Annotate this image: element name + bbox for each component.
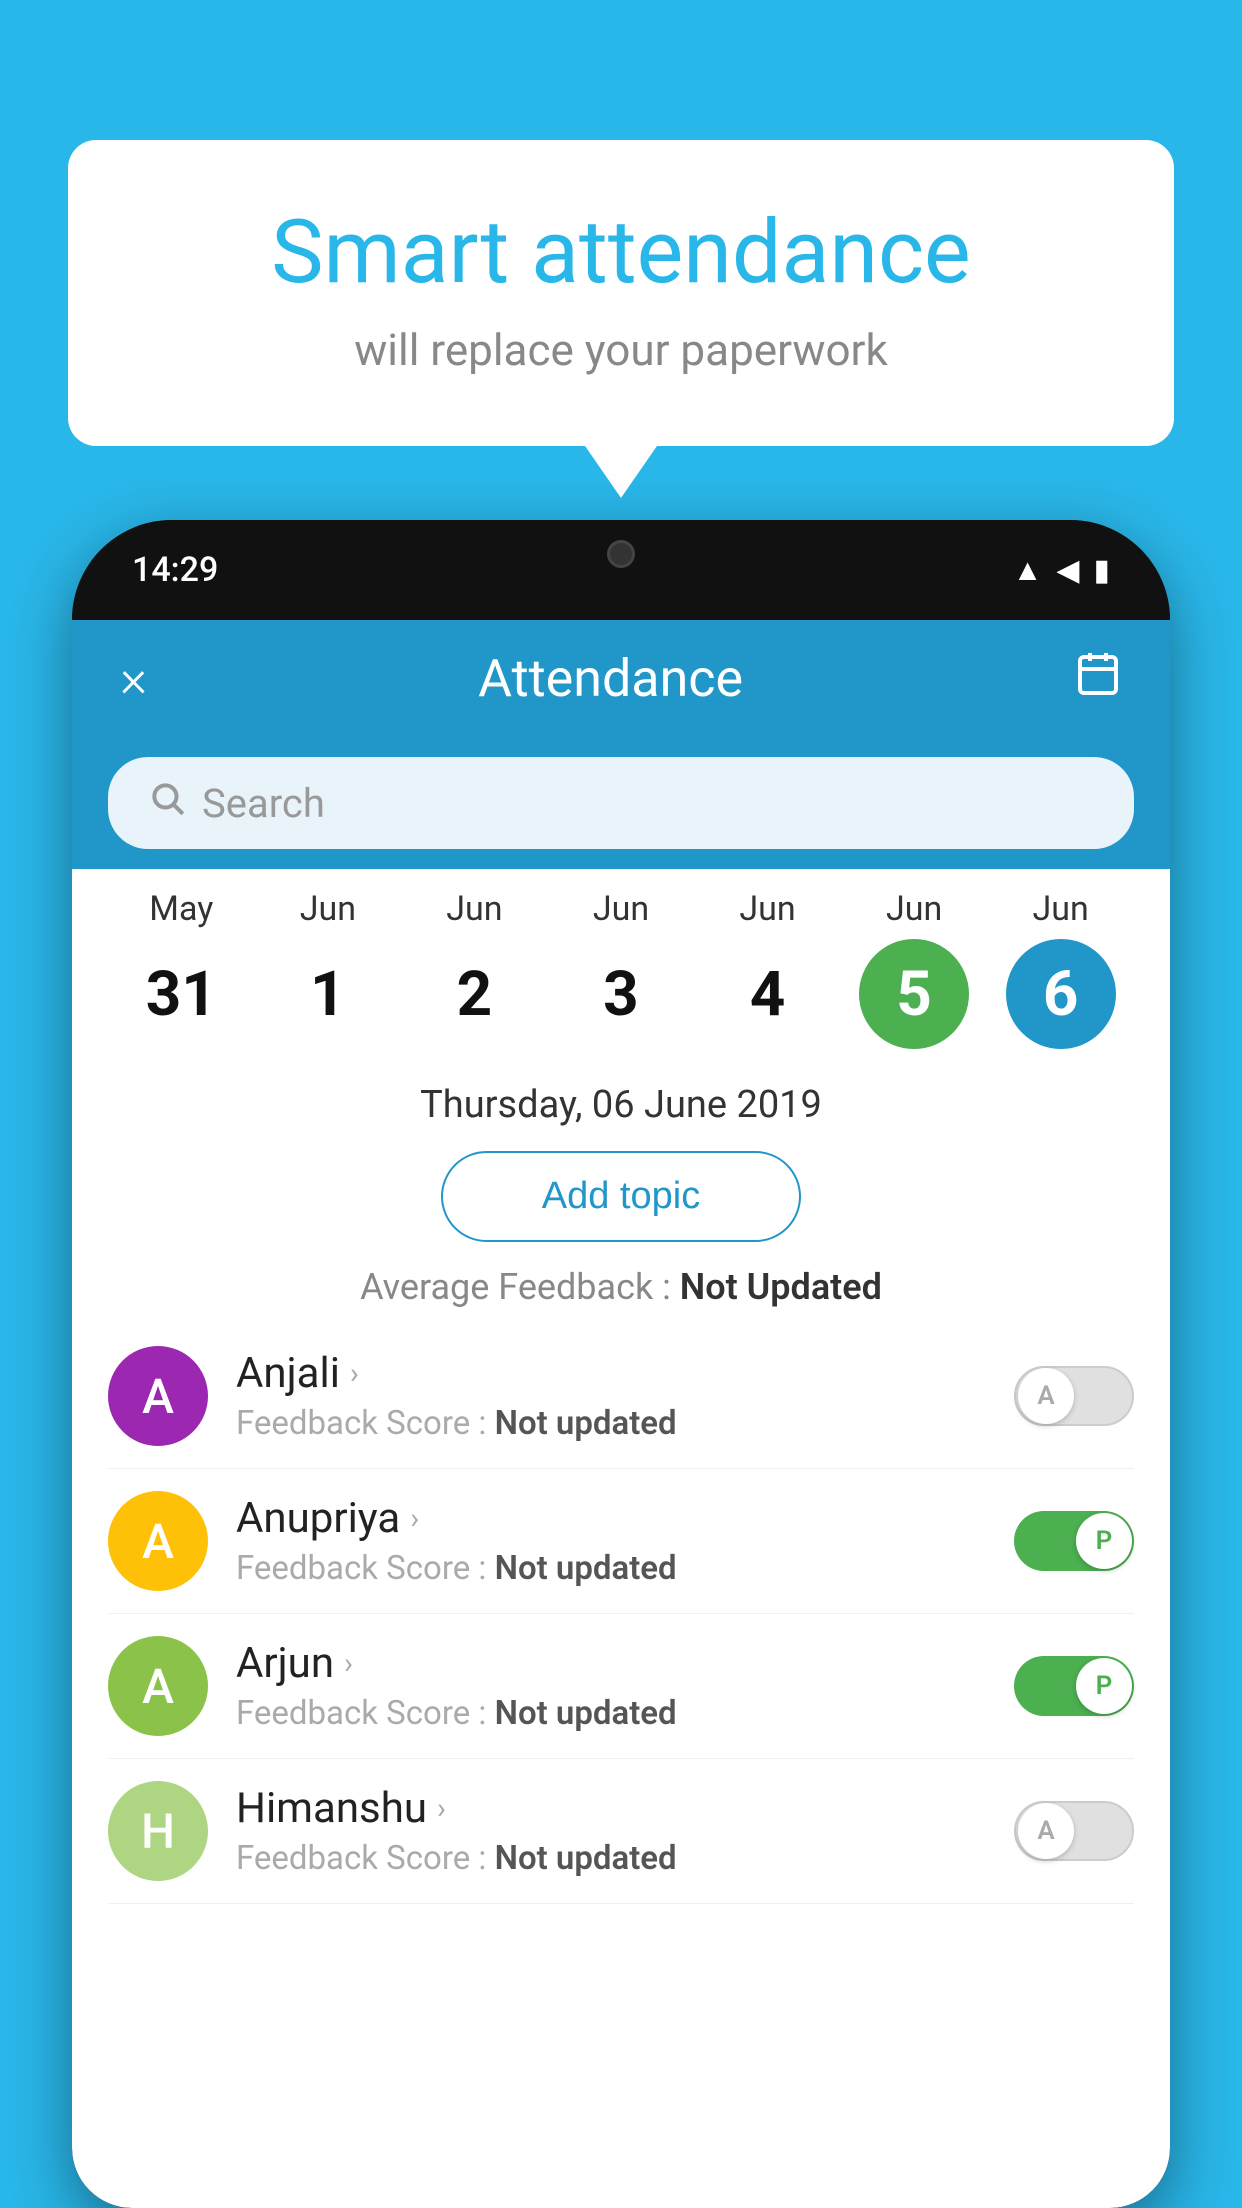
battery-icon: ▮ [1093,553,1110,588]
signal-icon: ◀ [1056,553,1079,588]
cal-date-number: 3 [566,939,676,1049]
speech-bubble-subtitle: will replace your paperwork [148,324,1094,376]
student-feedback: Feedback Score : Not updated [236,1549,1014,1588]
cal-month-label: Jun [446,889,502,929]
speech-bubble: Smart attendance will replace your paper… [68,140,1174,446]
student-list: AAnjali ›Feedback Score : Not updatedAAA… [72,1324,1170,1904]
student-name: Anjali › [236,1349,1014,1398]
chevron-right-icon: › [437,1791,446,1826]
student-name: Himanshu › [236,1784,1014,1833]
cal-month-label: Jun [300,889,356,929]
camera [607,540,635,568]
speech-bubble-title: Smart attendance [148,200,1094,306]
attendance-toggle[interactable]: P [1014,1511,1134,1571]
toggle-knob: P [1076,1658,1132,1714]
cal-date-number: 4 [713,939,823,1049]
chevron-right-icon: › [410,1501,419,1536]
student-avatar: A [108,1346,208,1446]
student-feedback: Feedback Score : Not updated [236,1694,1014,1733]
student-avatar: H [108,1781,208,1881]
student-name: Anupriya › [236,1494,1014,1543]
phone-frame: 14:29 ▲ ◀ ▮ × Attendance [72,520,1170,2208]
cal-date-number: 2 [419,939,529,1049]
student-info: Arjun › Feedback Score : Not updated [208,1639,1014,1733]
calendar-day-3[interactable]: Jun 3 [566,889,676,1049]
calendar-icon[interactable] [1074,649,1122,709]
attendance-toggle[interactable]: A [1014,1366,1134,1426]
calendar-day-5[interactable]: Jun 5 [859,889,969,1049]
status-bar: 14:29 ▲ ◀ ▮ [72,520,1170,620]
student-avatar: A [108,1491,208,1591]
wifi-icon: ▲ [1013,553,1043,588]
cal-date-number: 1 [273,939,383,1049]
student-item[interactable]: A Anupriya › Feedback Score : Not updated P [108,1469,1134,1614]
speech-bubble-container: Smart attendance will replace your paper… [68,140,1174,446]
cal-month-label: Jun [886,889,942,929]
status-time: 14:29 [132,550,218,590]
search-bar[interactable]: Search [108,757,1134,849]
student-avatar: A [108,1636,208,1736]
search-bar-wrapper: Search [72,737,1170,869]
cal-month-label: Jun [1033,889,1089,929]
header-title: Attendance [478,648,743,709]
search-placeholder: Search [202,780,325,827]
cal-date-number: 31 [126,939,236,1049]
cal-month-label: Jun [593,889,649,929]
add-topic-button[interactable]: Add topic [441,1151,801,1242]
calendar-day-6[interactable]: Jun 6 [1006,889,1116,1049]
avg-feedback: Average Feedback : Not Updated [72,1258,1170,1324]
student-info: Anupriya › Feedback Score : Not updated [208,1494,1014,1588]
calendar-day-2[interactable]: Jun 2 [419,889,529,1049]
selected-date: Thursday, 06 June 2019 [72,1059,1170,1135]
student-name: Arjun › [236,1639,1014,1688]
status-icons: ▲ ◀ ▮ [1013,553,1110,588]
calendar-strip: May 31 Jun 1 Jun 2 Jun 3 Jun 4 Jun 5 Jun 6 [72,869,1170,1059]
student-feedback: Feedback Score : Not updated [236,1404,1014,1443]
student-info: Anjali › Feedback Score : Not updated [208,1349,1014,1443]
app-header: × Attendance [72,620,1170,737]
cal-date-number: 6 [1006,939,1116,1049]
chevron-right-icon: › [344,1646,353,1681]
app-screen: × Attendance Search [72,620,1170,2208]
cal-month-label: May [149,889,213,929]
notch [531,520,711,588]
close-button[interactable]: × [120,648,147,709]
cal-date-number: 5 [859,939,969,1049]
chevron-right-icon: › [350,1356,359,1391]
attendance-toggle[interactable]: P [1014,1656,1134,1716]
calendar-day-4[interactable]: Jun 4 [713,889,823,1049]
student-feedback: Feedback Score : Not updated [236,1839,1014,1878]
student-item[interactable]: AAnjali ›Feedback Score : Not updatedA [108,1324,1134,1469]
student-info: Himanshu › Feedback Score : Not updated [208,1784,1014,1878]
calendar-day-0[interactable]: May 31 [126,889,236,1049]
calendar-day-1[interactable]: Jun 1 [273,889,383,1049]
cal-month-label: Jun [739,889,795,929]
toggle-knob: A [1018,1368,1074,1424]
attendance-toggle[interactable]: A [1014,1801,1134,1861]
search-icon [148,779,186,827]
toggle-knob: A [1018,1803,1074,1859]
student-item[interactable]: A Arjun › Feedback Score : Not updated P [108,1614,1134,1759]
toggle-knob: P [1076,1513,1132,1569]
student-item[interactable]: H Himanshu › Feedback Score : Not updatedA [108,1759,1134,1904]
